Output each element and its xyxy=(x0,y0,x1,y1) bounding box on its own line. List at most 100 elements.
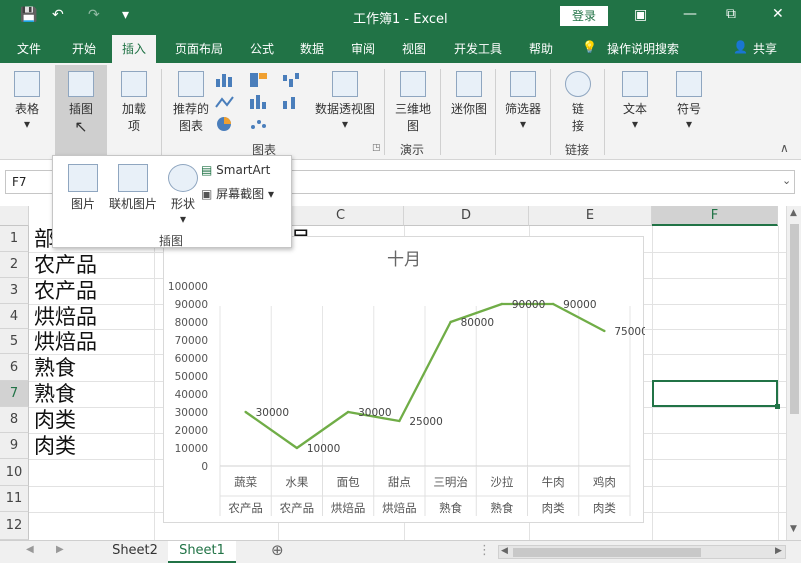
column-header-d[interactable]: D xyxy=(404,206,529,226)
vertical-scrollbar[interactable]: ▲ ▼ xyxy=(786,206,801,540)
row-header-4[interactable]: 4 xyxy=(0,304,29,329)
row-header-12[interactable]: 12 xyxy=(0,512,29,540)
data-point xyxy=(449,320,452,324)
collapse-ribbon-icon[interactable]: ∧ xyxy=(780,141,789,155)
pie-chart-icon[interactable] xyxy=(214,115,236,133)
combo-chart-icon[interactable] xyxy=(281,93,303,111)
y-tick-label: 100000 xyxy=(168,281,208,293)
ribbon-separator xyxy=(161,69,162,155)
tab-file[interactable]: 文件 xyxy=(17,40,41,57)
tab-help[interactable]: 帮助 xyxy=(529,40,553,57)
add-sheet-icon[interactable]: ⊕ xyxy=(271,541,284,559)
tab-view[interactable]: 视图 xyxy=(402,40,426,57)
ribbon-separator xyxy=(495,69,496,155)
sheet-tab-sheet1[interactable]: Sheet1 xyxy=(168,541,236,563)
row-header-8[interactable]: 8 xyxy=(0,407,29,433)
3d-map-button[interactable]: 三维地 图 xyxy=(393,71,433,134)
slicer-button[interactable]: 筛选器 ▾ xyxy=(501,71,545,131)
row-header-2[interactable]: 2 xyxy=(0,252,29,278)
tab-split-icon[interactable]: ⋮ xyxy=(478,543,491,558)
row-header-9[interactable]: 9 xyxy=(0,433,29,459)
save-icon[interactable]: 💾 xyxy=(20,7,37,23)
smartart-button[interactable]: ▤ SmartArt xyxy=(201,163,289,177)
tell-me-search[interactable]: 操作说明搜索 xyxy=(607,40,679,57)
ribbon-insert: 表格 ▾ 插图 ↖ 加载 项 推荐的 图表 数据透视图 ▾ 图表 ◳ 三维地 图 演… xyxy=(0,63,801,160)
sparklines-button[interactable]: 迷你图 xyxy=(447,71,491,117)
addins-button[interactable]: 加载 项 xyxy=(116,71,152,134)
tab-data[interactable]: 数据 xyxy=(300,40,324,57)
ribbon-display-icon[interactable]: ▣ xyxy=(634,7,647,23)
row-header-6[interactable]: 6 xyxy=(0,354,29,381)
sparklines-label: 迷你图 xyxy=(450,102,487,116)
tab-formulas[interactable]: 公式 xyxy=(250,40,274,57)
x-group-label: 烘焙品 xyxy=(331,501,366,515)
y-tick-label: 10000 xyxy=(175,443,208,455)
tab-home[interactable]: 开始 xyxy=(72,40,96,57)
undo-icon[interactable]: ↶ xyxy=(52,7,64,23)
tab-page-layout[interactable]: 页面布局 xyxy=(175,40,223,57)
recommended-charts-button[interactable]: 推荐的 图表 xyxy=(170,71,212,134)
scroll-thumb[interactable] xyxy=(790,224,799,414)
row-header-10[interactable]: 10 xyxy=(0,459,29,486)
login-button[interactable]: 登录 xyxy=(560,6,608,26)
row-header-1[interactable]: 1 xyxy=(0,226,29,252)
scroll-right-icon[interactable]: ▶ xyxy=(775,546,782,556)
row-header-3[interactable]: 3 xyxy=(0,278,29,304)
symbol-button[interactable]: 符号 ▾ xyxy=(668,71,710,131)
sheet-tab-sheet2[interactable]: Sheet2 xyxy=(102,541,168,563)
row-header-11[interactable]: 11 xyxy=(0,486,29,512)
shapes-button[interactable]: 形状 ▾ xyxy=(161,164,205,226)
h-scroll-thumb[interactable] xyxy=(513,548,701,557)
popup-group-label: 插图 xyxy=(159,234,184,248)
y-tick-label: 0 xyxy=(201,461,208,473)
formula-input[interactable] xyxy=(290,170,795,194)
prev-sheet-icon[interactable]: ◀ xyxy=(26,544,34,555)
column-header-f[interactable]: F xyxy=(652,206,778,226)
tab-insert[interactable]: 插入 xyxy=(112,35,157,63)
redo-icon[interactable]: ↷ xyxy=(88,7,100,23)
data-label: 90000 xyxy=(563,299,596,311)
share-button[interactable]: 共享 xyxy=(753,40,777,57)
slicer-label: 筛选器 xyxy=(504,102,541,116)
row-header-7[interactable]: 7 xyxy=(0,381,29,407)
restore-button[interactable]: ⧉ xyxy=(726,6,736,22)
pivot-chart-button[interactable]: 数据透视图 ▾ xyxy=(313,71,377,131)
select-all-corner[interactable] xyxy=(0,206,29,226)
tab-developer[interactable]: 开发工具 xyxy=(454,40,502,57)
title-bar: 💾 ↶ ↷ ▾ 工作簿1 - Excel 登录 ▣ — ⧉ ✕ xyxy=(0,0,801,33)
scatter-chart-icon[interactable] xyxy=(248,115,270,133)
ribbon-separator xyxy=(440,69,441,155)
tab-review[interactable]: 审阅 xyxy=(351,40,375,57)
waterfall-chart-icon[interactable] xyxy=(281,71,303,89)
y-tick-label: 60000 xyxy=(175,353,208,365)
smartart-label: SmartArt xyxy=(216,163,271,177)
illustrations-button[interactable]: 插图 ↖ xyxy=(55,65,107,157)
scroll-up-icon[interactable]: ▲ xyxy=(790,208,797,218)
y-tick-label: 40000 xyxy=(175,389,208,401)
line-chart[interactable]: 十月 0 10000 20000 30000 40000 50000 60000 70000 80… xyxy=(163,236,648,523)
hierarchy-chart-icon[interactable] xyxy=(248,71,270,89)
column-chart-icon[interactable] xyxy=(214,71,236,89)
scroll-down-icon[interactable]: ▼ xyxy=(790,524,797,534)
customize-qat-icon[interactable]: ▾ xyxy=(122,7,129,23)
horizontal-scrollbar[interactable]: ◀ ▶ xyxy=(498,545,786,559)
next-sheet-icon[interactable]: ▶ xyxy=(56,544,64,555)
scroll-left-icon[interactable]: ◀ xyxy=(501,546,508,556)
picture-button[interactable]: 图片 xyxy=(61,164,105,212)
online-picture-button[interactable]: 联机图片 xyxy=(107,164,159,212)
column-header-e[interactable]: E xyxy=(529,206,652,226)
row-header-5[interactable]: 5 xyxy=(0,329,29,354)
screenshot-button[interactable]: ▣ 屏幕截图 ▾ xyxy=(201,185,289,202)
table-button[interactable]: 表格 ▾ xyxy=(10,71,44,131)
close-button[interactable]: ✕ xyxy=(772,6,784,22)
text-button[interactable]: 文本 ▾ xyxy=(614,71,656,131)
expand-formula-icon[interactable]: ⌄ xyxy=(782,174,791,187)
minimize-button[interactable]: — xyxy=(683,6,697,22)
line-chart-icon[interactable] xyxy=(214,93,236,111)
charts-dialog-launcher-icon[interactable]: ◳ xyxy=(372,143,381,153)
statistic-chart-icon[interactable] xyxy=(248,93,270,111)
fill-handle[interactable] xyxy=(775,404,780,409)
online-picture-icon xyxy=(118,164,148,192)
selected-cell-f7[interactable] xyxy=(652,380,778,407)
link-button[interactable]: 链 接 xyxy=(560,71,596,134)
